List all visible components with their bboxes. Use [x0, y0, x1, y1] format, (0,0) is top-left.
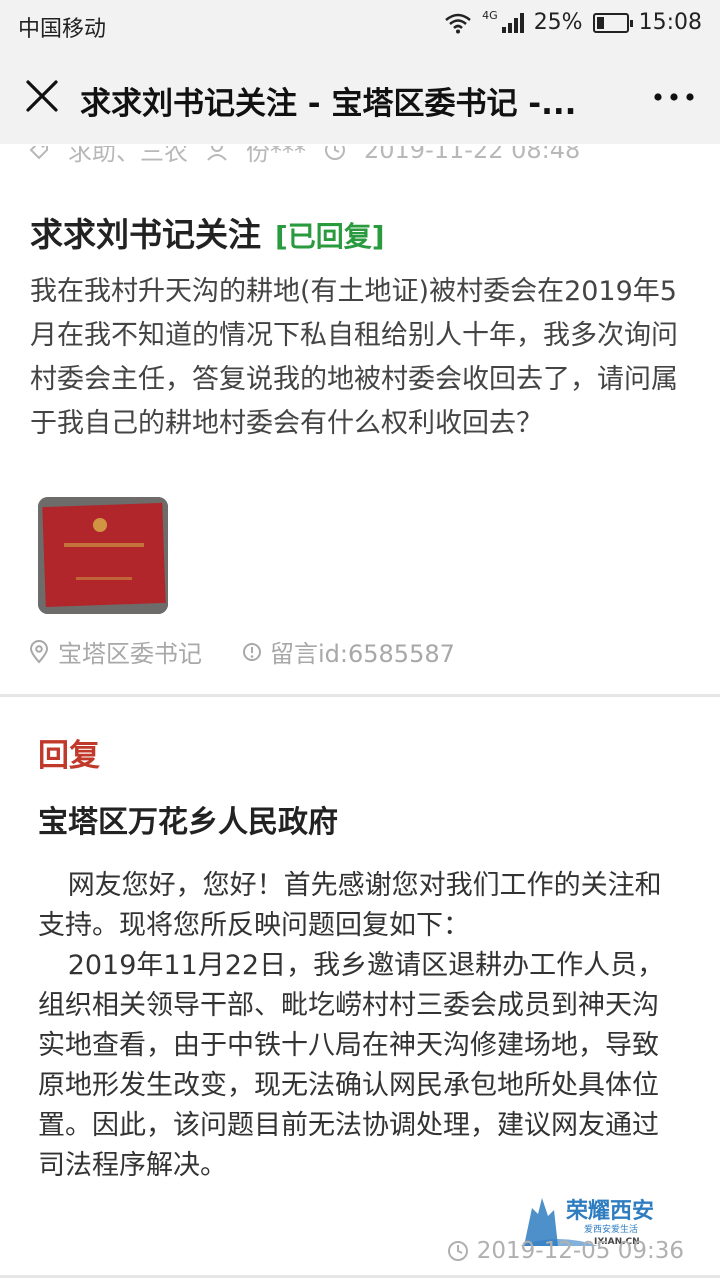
question-body: 我在我村升天沟的耕地(有土地证)被村委会在2019年5月在我不知道的情况下私自租…	[30, 276, 678, 439]
land-certificate-image	[38, 497, 168, 614]
location-icon	[29, 639, 49, 664]
reply-label: 回复	[38, 738, 100, 774]
reply-paragraph: 网友您好，您好！首先感谢您对我们工作的关注和支持。现将您所反映问题回复如下：	[38, 870, 662, 941]
question-title: 求求刘书记关注	[30, 215, 261, 254]
attachment-image[interactable]	[38, 497, 168, 614]
message-id: 留言id:6585587	[270, 640, 455, 668]
close-icon[interactable]	[22, 76, 62, 116]
carrier-name: 中国移动	[18, 17, 107, 42]
watermark-title: 荣耀西安	[565, 1198, 654, 1224]
question-footer: 宝塔区委书记 留言id:6585587	[28, 634, 455, 669]
signal-icon	[501, 12, 524, 33]
status-icons: 4G 25% 15:08	[444, 9, 702, 35]
reply-timestamp: 2019-12-05 09:36	[447, 1238, 684, 1264]
question-header: 求求刘书记关注 [已回复]	[30, 208, 385, 256]
reply-organization: 宝塔区万花乡人民政府	[38, 805, 338, 840]
network-type: 4G	[482, 9, 498, 22]
bottom-divider	[0, 1275, 720, 1278]
wifi-icon	[445, 13, 471, 33]
recipient: 宝塔区委书记	[58, 640, 202, 668]
reply-body: 网友您好，您好！首先感谢您对我们工作的关注和支持。现将您所反映问题回复如下： 2…	[38, 866, 678, 1186]
more-icon[interactable]	[650, 80, 698, 114]
info-icon	[243, 642, 261, 661]
section-divider	[0, 694, 720, 697]
page-title: 求求刘书记关注 - 宝塔区委书记 -...	[80, 86, 577, 122]
battery-percent: 25%	[533, 10, 583, 35]
title-bar: 求求刘书记关注 - 宝塔区委书记 -...	[0, 50, 720, 144]
status-bar: 中国移动 4G 25% 15:08	[0, 0, 720, 50]
reply-time: 2019-12-05 09:36	[476, 1238, 684, 1264]
reply-paragraph: 2019年11月22日，我乡邀请区退耕办工作人员，组织相关领导干部、毗圪崂村村三…	[38, 950, 665, 1181]
battery-icon	[592, 12, 633, 33]
status-badge: [已回复]	[275, 220, 385, 253]
watermark-subtitle: 爱西安爱生活	[584, 1223, 638, 1235]
clock: 15:08	[638, 10, 702, 35]
clock-icon	[447, 1241, 468, 1261]
